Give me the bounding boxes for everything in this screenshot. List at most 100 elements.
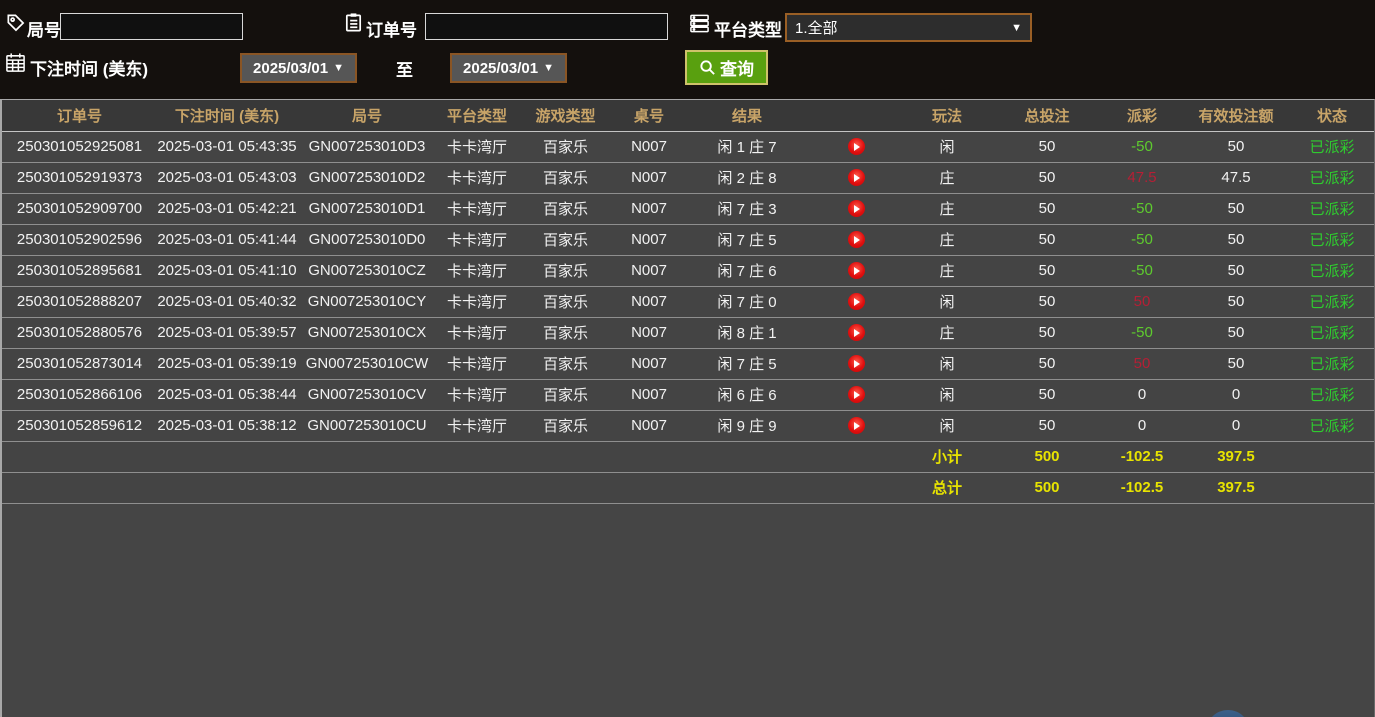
cell-platform: 卡卡湾厅 bbox=[437, 255, 517, 286]
cell-result: 闲 9 庄 9 bbox=[684, 410, 810, 441]
cell-empty bbox=[2, 441, 157, 472]
cell-game-no: GN007253010CZ bbox=[297, 255, 437, 286]
cell-payout: -50 bbox=[1102, 131, 1182, 162]
records-table: 订单号 下注时间 (美东) 局号 平台类型 游戏类型 桌号 结果 玩法 总投注 … bbox=[0, 99, 1375, 717]
replay-play-icon[interactable] bbox=[848, 169, 865, 186]
order-no-input[interactable] bbox=[425, 13, 668, 40]
col-table-no: 桌号 bbox=[614, 100, 684, 131]
cell-game-no: GN007253010D3 bbox=[297, 131, 437, 162]
cell-game-type: 百家乐 bbox=[517, 255, 614, 286]
cell-game-no: GN007253010D2 bbox=[297, 162, 437, 193]
cell-play-type: 庄 bbox=[902, 224, 992, 255]
cell-valid-bet: 50 bbox=[1182, 255, 1290, 286]
replay-play-icon[interactable] bbox=[848, 262, 865, 279]
cell-play-type: 庄 bbox=[902, 255, 992, 286]
cell-total-bet: 50 bbox=[992, 286, 1102, 317]
cell-payout: -50 bbox=[1102, 224, 1182, 255]
cell-total-bet: 50 bbox=[992, 193, 1102, 224]
table-body: 2503010529250812025-03-01 05:43:35GN0072… bbox=[2, 131, 1374, 503]
cell-empty bbox=[2, 472, 157, 503]
cell-result: 闲 7 庄 0 bbox=[684, 286, 810, 317]
cell-game-no: GN007253010CU bbox=[297, 410, 437, 441]
cell-order-no: 250301052888207 bbox=[2, 286, 157, 317]
cell-payout: -50 bbox=[1102, 255, 1182, 286]
cell-payout: 0 bbox=[1102, 410, 1182, 441]
cell-bet-time: 2025-03-01 05:38:44 bbox=[157, 379, 297, 410]
cell-total-bet: 50 bbox=[992, 131, 1102, 162]
cell-valid-bet: 50 bbox=[1182, 193, 1290, 224]
cell-empty bbox=[810, 441, 902, 472]
cell-bet-time: 2025-03-01 05:38:12 bbox=[157, 410, 297, 441]
cell-game-no: GN007253010CW bbox=[297, 348, 437, 379]
cell-order-no: 250301052859612 bbox=[2, 410, 157, 441]
replay-play-icon[interactable] bbox=[848, 138, 865, 155]
date-to-select[interactable]: 2025/03/01 ▼ bbox=[450, 53, 567, 83]
chevron-down-icon: ▼ bbox=[1011, 22, 1022, 34]
chevron-down-icon: ▼ bbox=[543, 62, 554, 74]
cell-valid-bet: 50 bbox=[1182, 348, 1290, 379]
cell-platform: 卡卡湾厅 bbox=[437, 317, 517, 348]
cell-order-no: 250301052902596 bbox=[2, 224, 157, 255]
cell-empty bbox=[157, 472, 297, 503]
cell-empty bbox=[614, 472, 684, 503]
play-triangle bbox=[854, 360, 860, 368]
table-row: 2503010528730142025-03-01 05:39:19GN0072… bbox=[2, 348, 1374, 379]
replay-play-icon[interactable] bbox=[848, 324, 865, 341]
cell-replay bbox=[810, 255, 902, 286]
cell-empty bbox=[614, 441, 684, 472]
cell-summary-total-bet: 500 bbox=[992, 441, 1102, 472]
cell-table-no: N007 bbox=[614, 131, 684, 162]
cell-empty bbox=[437, 472, 517, 503]
cell-play-type: 闲 bbox=[902, 131, 992, 162]
cell-status: 已派彩 bbox=[1290, 255, 1374, 286]
cell-table-no: N007 bbox=[614, 193, 684, 224]
cell-summary-valid-bet: 397.5 bbox=[1182, 441, 1290, 472]
cell-platform: 卡卡湾厅 bbox=[437, 379, 517, 410]
play-triangle bbox=[854, 267, 860, 275]
replay-play-icon[interactable] bbox=[848, 293, 865, 310]
query-button[interactable]: 查询 bbox=[685, 50, 768, 85]
cell-bet-time: 2025-03-01 05:43:35 bbox=[157, 131, 297, 162]
play-triangle bbox=[854, 329, 860, 337]
game-no-input[interactable] bbox=[60, 13, 243, 40]
cell-status: 已派彩 bbox=[1290, 410, 1374, 441]
cell-play-type: 庄 bbox=[902, 317, 992, 348]
col-valid-bet: 有效投注额 bbox=[1182, 100, 1290, 131]
play-triangle bbox=[854, 174, 860, 182]
replay-play-icon[interactable] bbox=[848, 355, 865, 372]
query-button-label: 查询 bbox=[720, 55, 754, 80]
cell-bet-time: 2025-03-01 05:41:10 bbox=[157, 255, 297, 286]
tag-icon bbox=[5, 12, 26, 33]
cell-platform: 卡卡湾厅 bbox=[437, 286, 517, 317]
date-from-select[interactable]: 2025/03/01 ▼ bbox=[240, 53, 357, 83]
col-total-bet: 总投注 bbox=[992, 100, 1102, 131]
replay-play-icon[interactable] bbox=[848, 231, 865, 248]
col-game-no: 局号 bbox=[297, 100, 437, 131]
cell-bet-time: 2025-03-01 05:40:32 bbox=[157, 286, 297, 317]
game-no-label: 局号 bbox=[27, 16, 61, 41]
cell-game-type: 百家乐 bbox=[517, 193, 614, 224]
cell-empty bbox=[517, 441, 614, 472]
replay-play-icon[interactable] bbox=[848, 417, 865, 434]
date-from-value: 2025/03/01 bbox=[253, 60, 328, 77]
cell-replay bbox=[810, 410, 902, 441]
cell-summary-label: 总计 bbox=[902, 472, 992, 503]
table-row: 2503010528882072025-03-01 05:40:32GN0072… bbox=[2, 286, 1374, 317]
cell-valid-bet: 50 bbox=[1182, 286, 1290, 317]
cell-total-bet: 50 bbox=[992, 162, 1102, 193]
cell-table-no: N007 bbox=[614, 286, 684, 317]
replay-play-icon[interactable] bbox=[848, 386, 865, 403]
cell-total-bet: 50 bbox=[992, 317, 1102, 348]
col-play-type: 玩法 bbox=[902, 100, 992, 131]
cell-replay bbox=[810, 162, 902, 193]
cell-status: 已派彩 bbox=[1290, 286, 1374, 317]
cell-empty bbox=[810, 472, 902, 503]
cell-game-type: 百家乐 bbox=[517, 348, 614, 379]
replay-play-icon[interactable] bbox=[848, 200, 865, 217]
total-row: 总计500-102.5397.5 bbox=[2, 472, 1374, 503]
cell-empty bbox=[684, 472, 810, 503]
platform-type-select[interactable]: 1.全部 ▼ bbox=[785, 13, 1032, 42]
cell-valid-bet: 47.5 bbox=[1182, 162, 1290, 193]
cell-replay bbox=[810, 193, 902, 224]
cell-play-type: 庄 bbox=[902, 162, 992, 193]
